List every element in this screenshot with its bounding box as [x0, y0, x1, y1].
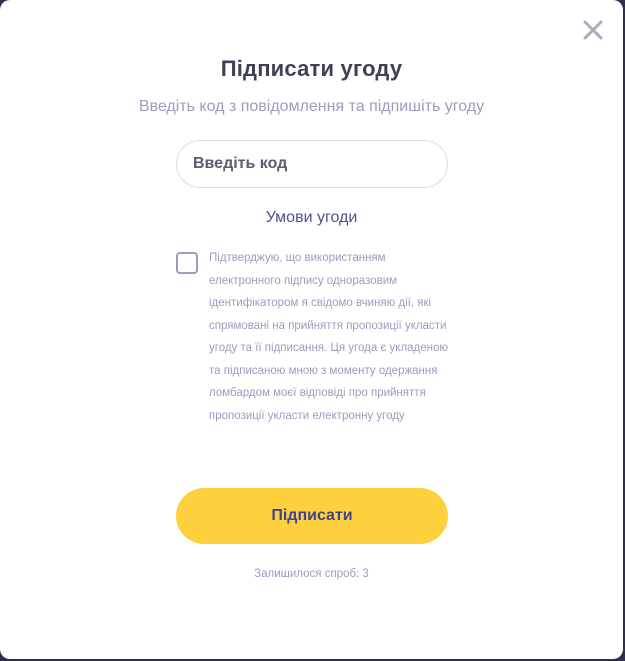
close-button[interactable]	[579, 16, 607, 44]
close-icon	[583, 20, 603, 40]
terms-link[interactable]: Умови угоди	[0, 209, 623, 227]
attempts-remaining: Залишилося спроб: 3	[254, 568, 369, 580]
sign-button[interactable]: Підписати	[176, 488, 448, 544]
sign-agreement-modal: Підписати угоду Введіть код з повідомлен…	[0, 0, 623, 659]
modal-title: Підписати угоду	[220, 56, 403, 81]
consent-checkbox[interactable]	[176, 252, 198, 274]
code-input[interactable]	[176, 140, 448, 188]
consent-text: Підтверджую, що використанням електронно…	[209, 252, 449, 422]
modal-subtitle: Введіть код з повідомлення та підпишіть …	[138, 98, 485, 115]
